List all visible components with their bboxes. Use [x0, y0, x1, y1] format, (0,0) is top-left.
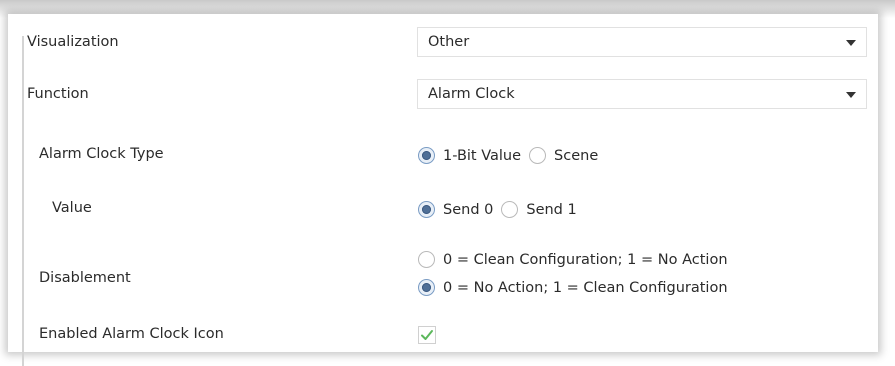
- radio-send-0[interactable]: Send 0: [418, 201, 493, 218]
- checkmark-icon: [421, 330, 433, 340]
- disablement-label: Disablement: [39, 270, 131, 286]
- radio-send-1-label: Send 1: [526, 201, 577, 218]
- function-label: Function: [27, 86, 89, 102]
- disablement-radio-option-2: 0 = No Action; 1 = Clean Configuration: [418, 279, 736, 296]
- radio-send-0-label: Send 0: [443, 201, 494, 218]
- value-radio-group: Send 0 Send 1: [418, 201, 585, 218]
- function-row: Function Alarm Clock: [8, 74, 878, 110]
- enabled-icon-checkbox[interactable]: [418, 326, 436, 344]
- radio-disablement-no-action-clean-label: 0 = No Action; 1 = Clean Configuration: [443, 279, 728, 296]
- radio-disablement-no-action-clean[interactable]: 0 = No Action; 1 = Clean Configuration: [418, 279, 728, 296]
- value-label: Value: [52, 200, 92, 216]
- radio-send-1[interactable]: Send 1: [501, 201, 577, 218]
- radio-unselected-icon: [529, 147, 547, 164]
- function-dropdown[interactable]: Alarm Clock: [417, 79, 867, 109]
- radio-scene-label: Scene: [554, 147, 599, 164]
- disablement-radio-option-1: 0 = Clean Configuration; 1 = No Action: [418, 251, 736, 268]
- radio-selected-icon: [418, 147, 435, 164]
- chevron-down-icon: [846, 92, 856, 98]
- parameter-panel: Visualization Other Function Alarm Clock…: [8, 14, 878, 366]
- radio-selected-icon: [418, 201, 435, 218]
- alarm-clock-type-radio-group: 1-Bit Value Scene: [418, 147, 606, 164]
- radio-unselected-icon: [418, 251, 435, 268]
- enabled-icon-label: Enabled Alarm Clock Icon: [39, 326, 224, 342]
- visualization-dropdown[interactable]: Other: [417, 27, 867, 57]
- value-row: Value Send 0 Send 1: [8, 196, 878, 226]
- radio-selected-icon: [418, 279, 435, 296]
- alarm-clock-type-label: Alarm Clock Type: [39, 146, 164, 162]
- radio-1bit-value[interactable]: 1-Bit Value: [418, 147, 521, 164]
- radio-scene[interactable]: Scene: [529, 147, 598, 164]
- radio-1bit-value-label: 1-Bit Value: [443, 147, 522, 164]
- radio-disablement-clean-no-action[interactable]: 0 = Clean Configuration; 1 = No Action: [418, 251, 728, 268]
- radio-disablement-clean-no-action-label: 0 = Clean Configuration; 1 = No Action: [443, 251, 728, 268]
- visualization-label: Visualization: [27, 34, 119, 50]
- visualization-value: Other: [428, 34, 470, 50]
- disablement-row: Disablement 0 = Clean Configuration; 1 =…: [8, 246, 878, 306]
- enabled-icon-row: Enabled Alarm Clock Icon: [8, 320, 878, 350]
- alarm-clock-type-row: Alarm Clock Type 1-Bit Value Scene: [8, 142, 878, 172]
- visualization-row: Visualization Other: [8, 24, 878, 60]
- chevron-down-icon: [846, 40, 856, 46]
- function-value: Alarm Clock: [428, 86, 515, 102]
- radio-unselected-icon: [501, 201, 519, 218]
